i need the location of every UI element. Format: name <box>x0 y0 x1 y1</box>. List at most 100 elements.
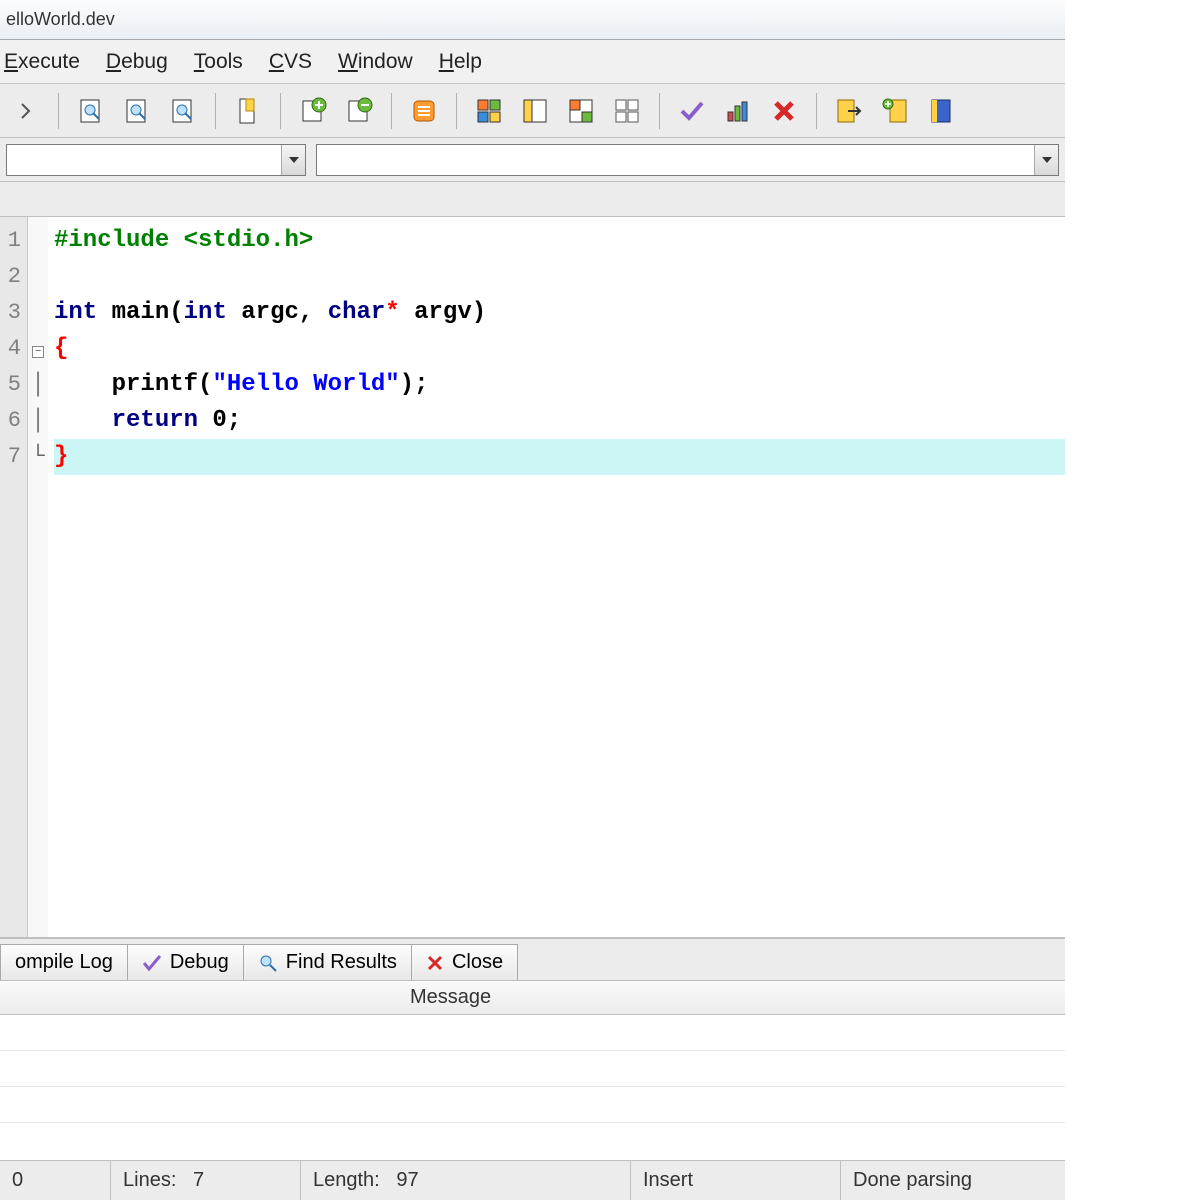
magnifier-icon <box>258 953 278 973</box>
tab-debug[interactable]: Debug <box>127 944 244 980</box>
code-token: int <box>184 299 227 326</box>
combo-row <box>0 138 1065 182</box>
column-header: Message <box>410 986 491 1009</box>
tab-label: Find Results <box>286 951 397 974</box>
chevron-down-icon <box>288 156 300 164</box>
x-red-icon <box>426 954 444 972</box>
tab-find-results[interactable]: Find Results <box>243 944 412 980</box>
output-row[interactable] <box>0 1087 1065 1123</box>
layout-grid-button[interactable] <box>469 91 509 131</box>
code-editor[interactable]: 1 2 3 4 5 6 7 − ││└ #include <stdio.h> i… <box>0 216 1065 938</box>
remove-item-button[interactable] <box>339 91 379 131</box>
chevron-down-icon <box>1041 156 1053 164</box>
status-parse: Done parsing <box>853 1169 972 1192</box>
code-token: main( <box>97 299 183 326</box>
search-file-button[interactable] <box>71 91 111 131</box>
menu-cvs[interactable]: CVS <box>269 50 312 74</box>
minus-doc-icon <box>345 97 373 125</box>
tab-compile-log[interactable]: ompile Log <box>0 944 128 980</box>
status-col-value: 0 <box>12 1169 23 1192</box>
line-number: 4 <box>0 331 27 367</box>
door-enter-icon <box>882 98 908 124</box>
menu-help[interactable]: Help <box>439 50 482 74</box>
line-gutter: 1 2 3 4 5 6 7 <box>0 217 28 937</box>
panel-left-icon <box>523 99 547 123</box>
fold-column: − ││└ <box>28 217 48 937</box>
layout-right-button[interactable] <box>561 91 601 131</box>
bookmark-icon <box>236 97 260 125</box>
check-icon <box>679 98 705 124</box>
exit-button[interactable] <box>829 91 869 131</box>
stats-button[interactable] <box>718 91 758 131</box>
code-token: ); <box>400 371 429 398</box>
line-number: 1 <box>0 223 27 259</box>
status-mode: Insert <box>643 1169 693 1192</box>
menu-window[interactable]: Window <box>338 50 413 74</box>
bookmark-button[interactable] <box>228 91 268 131</box>
menu-execute[interactable]: Execute <box>4 50 80 74</box>
statusbar: 0 Lines: 7 Length: 97 Insert Done parsin… <box>0 1160 1065 1200</box>
line-number: 2 <box>0 259 27 295</box>
layout-full-button[interactable] <box>607 91 647 131</box>
window-title: elloWorld.dev <box>6 9 115 30</box>
book-icon <box>930 98 952 124</box>
output-panel: Message <box>0 980 1065 1160</box>
magnifier-page-icon <box>123 97 151 125</box>
code-token: argv) <box>400 299 486 326</box>
toolbar <box>0 84 1065 138</box>
output-row[interactable] <box>0 1051 1065 1087</box>
x-red-icon <box>772 99 796 123</box>
code-token: printf( <box>54 371 212 398</box>
menu-tools[interactable]: Tools <box>194 50 243 74</box>
tab-close[interactable]: Close <box>411 944 518 980</box>
barchart-icon <box>725 98 751 124</box>
door-exit-icon <box>836 98 862 124</box>
delete-button[interactable] <box>764 91 804 131</box>
code-token: char <box>328 299 386 326</box>
enter-button[interactable] <box>875 91 915 131</box>
line-number: 5 <box>0 367 27 403</box>
code-token: argc, <box>227 299 328 326</box>
output-header[interactable]: Message <box>0 981 1065 1015</box>
code-token: return <box>54 407 198 434</box>
toolbar-arrow-button[interactable] <box>6 91 46 131</box>
plus-doc-icon <box>299 97 327 125</box>
line-number: 7 <box>0 439 27 475</box>
bottom-tabbar: ompile Log Debug Find Results Close <box>0 938 1065 980</box>
code-token: <stdio.h> <box>184 227 314 254</box>
code-token: #include <box>54 227 184 254</box>
grid4-icon <box>477 99 501 123</box>
tab-label: Debug <box>170 951 229 974</box>
options-button[interactable] <box>404 91 444 131</box>
zoom-file-button[interactable] <box>117 91 157 131</box>
check-button[interactable] <box>672 91 712 131</box>
menu-debug[interactable]: Debug <box>106 50 168 74</box>
tab-label: ompile Log <box>15 951 113 974</box>
titlebar: elloWorld.dev <box>0 0 1065 40</box>
dropdown-arrow[interactable] <box>1034 145 1058 175</box>
symbol-combobox[interactable] <box>316 144 1059 176</box>
code-token: } <box>54 443 68 470</box>
dropdown-arrow[interactable] <box>281 145 305 175</box>
tab-label: Close <box>452 951 503 974</box>
scope-combobox[interactable] <box>6 144 306 176</box>
chevron-right-icon <box>21 103 31 119</box>
code-token: { <box>54 335 68 362</box>
code-area[interactable]: #include <stdio.h> int main(int argc, ch… <box>48 217 1065 937</box>
status-lines-value: 7 <box>193 1169 204 1192</box>
code-token: * <box>385 299 399 326</box>
output-row[interactable] <box>0 1015 1065 1051</box>
options-icon <box>411 98 437 124</box>
find-button[interactable] <box>163 91 203 131</box>
status-length-value: 97 <box>396 1169 418 1192</box>
status-length-label: Length: <box>313 1169 380 1192</box>
line-number: 3 <box>0 295 27 331</box>
panel-right-icon <box>569 99 593 123</box>
status-lines-label: Lines: <box>123 1169 176 1192</box>
layout-left-button[interactable] <box>515 91 555 131</box>
fold-toggle[interactable]: − <box>32 346 44 358</box>
help-book-button[interactable] <box>921 91 961 131</box>
line-number: 6 <box>0 403 27 439</box>
new-item-button[interactable] <box>293 91 333 131</box>
editor-tabstrip <box>0 182 1065 216</box>
